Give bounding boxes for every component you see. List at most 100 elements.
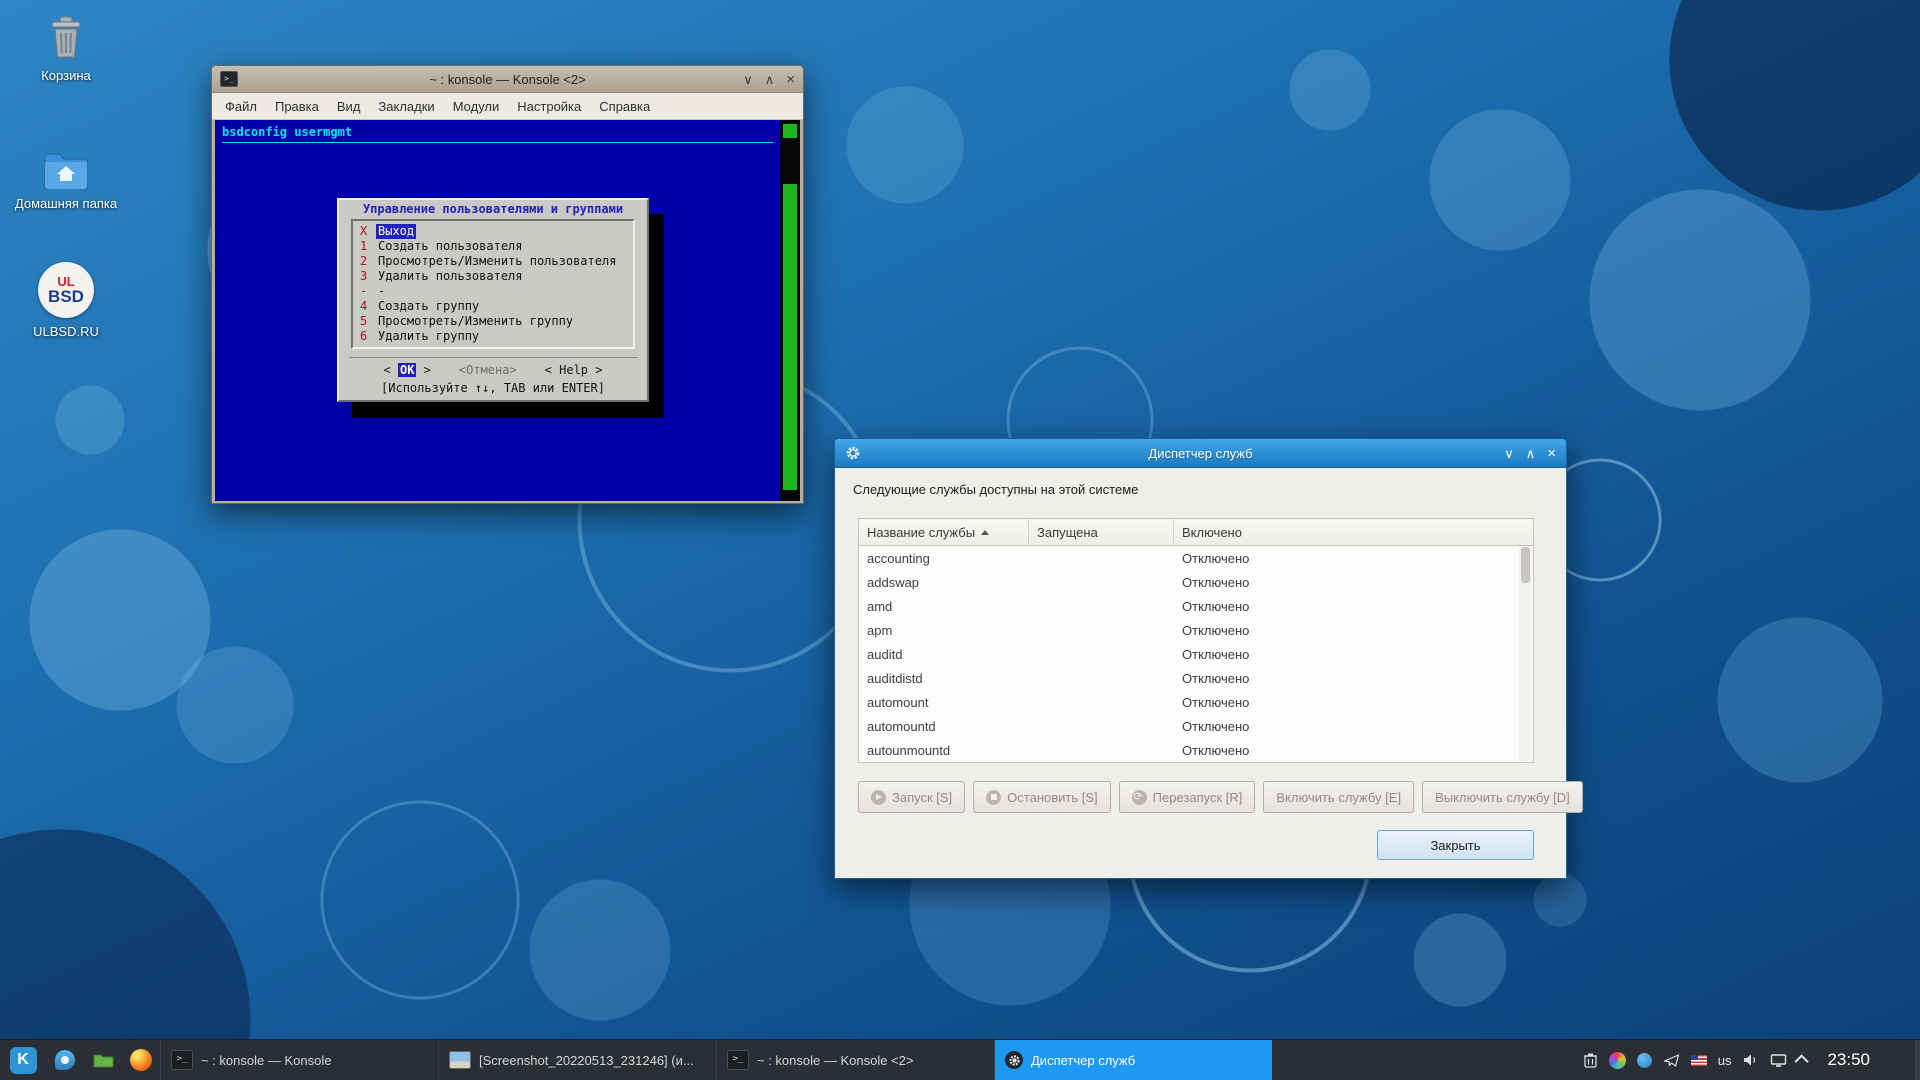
desktop-icon-ulbsd[interactable]: UL BSD ULBSD.RU (14, 262, 118, 339)
terminal-backtitle: bsdconfig usermgmt (222, 125, 773, 139)
menu-item-tag: 3 (360, 269, 368, 284)
desktop-icon-home[interactable]: Домашняя папка (14, 148, 118, 211)
table-scrollbar[interactable] (1519, 546, 1532, 761)
service-manager-footer: Закрыть (851, 830, 1534, 860)
service-enabled: Отключено (1174, 743, 1533, 758)
quick-launch-file-manager[interactable] (84, 1040, 122, 1080)
help-button[interactable]: < Help > (545, 363, 603, 377)
menu-item-tag: 5 (360, 314, 368, 329)
service-actions: Запуск [S] Остановить [S] Перезапуск [R]… (858, 781, 1550, 813)
table-row[interactable]: automountd Отключено (859, 714, 1533, 738)
telegram-icon[interactable] (1663, 1053, 1680, 1068)
column-header-name[interactable]: Название службы (859, 519, 1029, 545)
menu-view[interactable]: Вид (328, 99, 370, 114)
cancel-button[interactable]: <Отмена> (459, 363, 517, 377)
column-header-label: Название службы (867, 525, 975, 540)
ok-button[interactable]: < OK > (384, 363, 431, 377)
konsole-titlebar[interactable]: >_ ~ : konsole — Konsole <2> ∨ ∧ × (212, 66, 803, 93)
blue-dot-icon[interactable] (1637, 1053, 1652, 1068)
close-icon[interactable]: × (1547, 447, 1556, 460)
menu-item-edit-user[interactable]: 2 Просмотреть/Изменить пользователя (360, 254, 626, 269)
tray-trash-icon[interactable] (1583, 1052, 1598, 1068)
show-desktop-button[interactable] (1915, 1040, 1920, 1080)
konsole-task-icon: >_ (171, 1050, 193, 1070)
menu-item-delete-group[interactable]: 6 Удалить группу (360, 329, 626, 344)
color-wheel-icon[interactable] (1609, 1052, 1626, 1069)
konsole-window: >_ ~ : konsole — Konsole <2> ∨ ∧ × Файл … (211, 65, 804, 504)
sort-ascending-icon (981, 530, 989, 535)
service-enabled: Отключено (1174, 647, 1533, 662)
taskbar: K >_ ~ : konsole — Konsole [Screenshot_2… (0, 1039, 1920, 1080)
menu-plugins[interactable]: Модули (444, 99, 509, 114)
maximize-icon[interactable]: ∧ (1526, 447, 1536, 460)
service-enabled: Отключено (1174, 695, 1533, 710)
scrollbar-block (783, 124, 797, 138)
column-header-enabled[interactable]: Включено (1174, 519, 1533, 545)
enable-service-button[interactable]: Включить службу [E] (1263, 781, 1414, 813)
keyboard-layout-flag-icon[interactable] (1691, 1055, 1707, 1066)
start-button[interactable]: Запуск [S] (858, 781, 965, 813)
disable-service-button[interactable]: Выключить службу [D] (1422, 781, 1583, 813)
column-header-started[interactable]: Запущена (1029, 519, 1174, 545)
bsdconfig-dialog: Управление пользователями и группами X В… (337, 198, 649, 402)
maximize-icon[interactable]: ∧ (765, 73, 775, 86)
trash-icon (43, 14, 89, 62)
task-konsole-2[interactable]: >_ ~ : konsole — Konsole <2> (716, 1040, 994, 1080)
close-icon[interactable]: × (786, 73, 795, 86)
table-row[interactable]: apm Отключено (859, 618, 1533, 642)
terminal-separator-line (222, 142, 773, 143)
quick-launch-pin[interactable] (46, 1040, 84, 1080)
menu-edit[interactable]: Правка (266, 99, 328, 114)
firefox-icon (130, 1049, 152, 1071)
task-screenshot-viewer[interactable]: [Screenshot_20220513_231246] (и... (438, 1040, 716, 1080)
table-row[interactable]: addswap Отключено (859, 570, 1533, 594)
menu-file[interactable]: Файл (216, 99, 266, 114)
table-row[interactable]: auditd Отключено (859, 642, 1533, 666)
menu-item-edit-group[interactable]: 5 Просмотреть/Изменить группу (360, 314, 626, 329)
volume-icon[interactable] (1742, 1053, 1759, 1067)
terminal[interactable]: bsdconfig usermgmt Управление пользовате… (215, 120, 780, 501)
menu-item-label: Удалить группу (376, 329, 481, 344)
home-folder-icon (42, 148, 90, 190)
display-icon[interactable] (1770, 1053, 1787, 1068)
desktop-icon-trash[interactable]: Корзина (14, 14, 118, 83)
keyboard-layout-indicator[interactable]: us (1718, 1053, 1732, 1068)
stop-button[interactable]: Остановить [S] (973, 781, 1110, 813)
quick-launch-firefox[interactable] (122, 1040, 160, 1080)
restart-button[interactable]: Перезапуск [R] (1119, 781, 1256, 813)
service-manager-window: Диспетчер служб ∨ ∧ × Следующие службы д… (834, 438, 1567, 879)
scrollbar-thumb[interactable] (1521, 547, 1530, 583)
task-konsole-1[interactable]: >_ ~ : konsole — Konsole (160, 1040, 438, 1080)
menu-bookmarks[interactable]: Закладки (369, 99, 443, 114)
menu-help[interactable]: Справка (590, 99, 659, 114)
service-enabled: Отключено (1174, 623, 1533, 638)
table-row[interactable]: automount Отключено (859, 690, 1533, 714)
menu-item-exit[interactable]: X Выход (360, 224, 626, 239)
clock[interactable]: 23:50 (1827, 1050, 1870, 1070)
terminal-scrollbar[interactable] (780, 120, 800, 501)
green-folder-icon (93, 1052, 114, 1068)
task-label: [Screenshot_20220513_231246] (и... (479, 1053, 694, 1068)
menu-item-delete-user[interactable]: 3 Удалить пользователя (360, 269, 626, 284)
minimize-icon[interactable]: ∨ (743, 73, 753, 86)
gear-icon (845, 445, 861, 461)
terminal-frame: bsdconfig usermgmt Управление пользовате… (215, 120, 800, 501)
close-button[interactable]: Закрыть (1377, 830, 1534, 860)
service-manager-titlebar[interactable]: Диспетчер служб ∨ ∧ × (835, 439, 1566, 468)
kde-logo-icon: K (10, 1047, 37, 1074)
application-launcher-button[interactable]: K (0, 1040, 46, 1080)
restart-icon (1132, 790, 1147, 805)
menu-item-add-user[interactable]: 1 Создать пользователя (360, 239, 626, 254)
table-row[interactable]: amd Отключено (859, 594, 1533, 618)
menu-item-add-group[interactable]: 4 Создать группу (360, 299, 626, 314)
menu-item-tag: 2 (360, 254, 368, 269)
dialog-title: Управление пользователями и группами (339, 201, 647, 217)
expand-tray-icon[interactable] (1798, 1055, 1808, 1065)
scrollbar-thumb[interactable] (783, 184, 797, 490)
table-row[interactable]: accounting Отключено (859, 546, 1533, 570)
minimize-icon[interactable]: ∨ (1504, 447, 1514, 460)
menu-settings[interactable]: Настройка (508, 99, 590, 114)
table-row[interactable]: auditdistd Отключено (859, 666, 1533, 690)
task-service-manager[interactable]: Диспетчер служб (994, 1040, 1272, 1080)
table-row[interactable]: autounmountd Отключено (859, 738, 1533, 762)
